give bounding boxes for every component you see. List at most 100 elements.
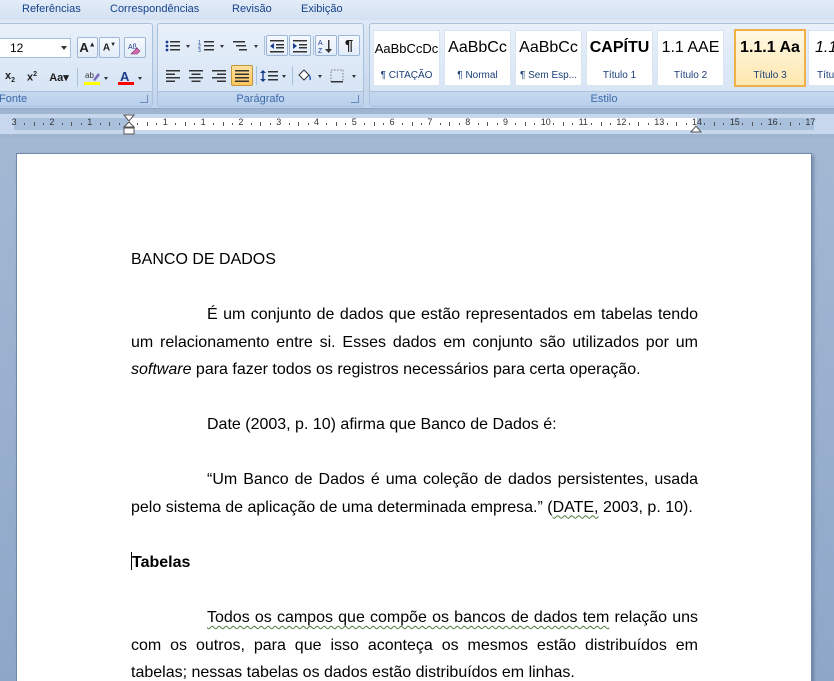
ruler-number: 15 (729, 117, 740, 127)
ruler-tick (449, 122, 451, 126)
ruler-number: 1 (200, 117, 206, 127)
paragraph-line: “Um Banco de Dados é uma coleção de dado… (207, 471, 698, 488)
svg-text:ab: ab (85, 71, 94, 80)
ruler-number: 13 (654, 117, 665, 127)
line-spacing-button[interactable] (258, 65, 290, 86)
style-sem-espacamento[interactable]: AaBbCc ¶ Sem Esp... (515, 30, 582, 86)
ruler-tick (761, 123, 763, 125)
font-dialog-launcher-icon[interactable] (140, 95, 148, 103)
ruler-tick (496, 123, 498, 125)
ruler-number: 2 (238, 117, 244, 127)
font-size-value: 12 (10, 41, 24, 55)
ruler-tick (534, 123, 536, 125)
borders-button[interactable] (328, 65, 360, 86)
paragraph-line: um relacionamento entre si. Esses dados … (131, 333, 698, 351)
style-name: ¶ Normal (457, 70, 498, 81)
paragraph-dialog-launcher-icon[interactable] (351, 95, 359, 103)
tab-exibicao[interactable]: Exibição (301, 3, 343, 15)
style-citacao[interactable]: AaBbCcDc ¶ CITAÇÃO (373, 30, 440, 86)
ribbon-tab-bar: Referências Correspondências Revisão Exi… (0, 0, 834, 20)
style-titulo-2[interactable]: 1.1 AAE Título 2 (657, 30, 724, 86)
align-center-button[interactable] (185, 65, 207, 86)
ruler-number: 6 (389, 117, 395, 127)
ruler-tick (402, 123, 404, 125)
sort-button[interactable]: A Z (315, 35, 337, 56)
align-right-button[interactable] (208, 65, 230, 86)
paragraph-date-intro: Date (2003, p. 10) afirma que Banco de D… (207, 416, 557, 433)
section-title-tabelas: Tabelas (131, 549, 698, 577)
ruler-number: 7 (427, 117, 433, 127)
decrease-indent-button[interactable] (266, 35, 288, 56)
grow-font-button[interactable]: A▲ (77, 37, 98, 58)
change-case-button[interactable]: Aa▾ (45, 67, 73, 88)
ribbon: 12 A▲ A▼ Aß x2 x2 Aa▾ ab A Fonte 1 2 3 A… (0, 20, 834, 109)
separator (264, 36, 265, 55)
style-sample: 1.1 (815, 39, 834, 56)
ruler-tick (109, 122, 111, 126)
ruler-number: 3 (276, 117, 282, 127)
heading-banco-de-dados: BANCO DE DADOS (131, 251, 276, 268)
document-area: BANCO DE DADOS É um conjunto de dados qu… (0, 138, 834, 681)
font-size-box[interactable]: 12 (0, 38, 71, 58)
indent-marker-icon[interactable] (123, 114, 135, 136)
ruler-tick (676, 122, 678, 126)
align-left-button[interactable] (162, 65, 184, 86)
subscript-button[interactable]: x2 (1, 67, 19, 88)
style-sample: AaBbCcDc (374, 41, 439, 56)
right-indent-marker-icon[interactable] (690, 120, 702, 134)
tab-revisao[interactable]: Revisão (232, 3, 272, 15)
ruler-tick (326, 123, 328, 125)
ruler-tick (42, 123, 44, 125)
ruler-tick (307, 123, 309, 125)
highlight-button[interactable]: ab (81, 67, 111, 88)
clear-formatting-icon: Aß (128, 44, 141, 54)
paragraph-line: É um conjunto de dados que estão represe… (207, 306, 698, 323)
ruler-number: 11 (578, 117, 588, 127)
line-spacing-icon (260, 69, 286, 82)
ruler-tick (260, 122, 262, 126)
bullets-button[interactable] (162, 35, 194, 56)
svg-text:Z: Z (318, 48, 323, 54)
ruler-tick (628, 123, 630, 125)
superscript-button[interactable]: x2 (23, 67, 41, 88)
font-color-button[interactable]: A (115, 67, 145, 88)
document-page[interactable]: BANCO DE DADOS É um conjunto de dados qu… (16, 153, 812, 681)
style-sample: 1.1 AAE (661, 39, 720, 56)
align-center-icon (189, 69, 203, 82)
ruler-number: 5 (351, 117, 357, 127)
align-right-icon (212, 69, 226, 82)
style-name: Título 2 (673, 70, 708, 81)
increase-indent-icon (293, 39, 307, 52)
increase-indent-button[interactable] (289, 35, 311, 56)
ruler-tick (742, 123, 744, 125)
ruler-tick (609, 123, 611, 125)
ruler-tick (364, 123, 366, 125)
clear-formatting-button[interactable]: Aß (124, 37, 146, 58)
multilevel-list-button[interactable] (230, 35, 262, 56)
ruler-tick (250, 123, 252, 125)
show-marks-button[interactable]: ¶ (338, 35, 360, 56)
numbering-button[interactable]: 1 2 3 (196, 35, 228, 56)
ruler-tick (515, 123, 517, 125)
shrink-font-button[interactable]: A▼ (99, 37, 120, 58)
style-titulo-1[interactable]: CAPÍTU Título 1 (586, 30, 653, 86)
justify-button[interactable] (231, 65, 253, 86)
superscript-icon: x2 (26, 71, 38, 84)
style-normal[interactable]: AaBbCc ¶ Normal (444, 30, 511, 86)
tab-referencias[interactable]: Referências (22, 3, 81, 15)
ruler-tick (335, 122, 337, 126)
separator (313, 36, 314, 55)
style-titulo-4[interactable]: 1.1 Títu (808, 30, 834, 86)
ruler-number: 17 (805, 117, 816, 127)
shading-button[interactable] (294, 65, 326, 86)
font-group: 12 A▲ A▼ Aß x2 x2 Aa▾ ab A Fonte (0, 23, 153, 107)
separator (292, 66, 293, 85)
ruler-tick (420, 123, 422, 125)
tab-correspondencias[interactable]: Correspondências (110, 3, 199, 15)
grow-font-icon: A▲ (79, 40, 96, 55)
style-titulo-3[interactable]: 1.1.1 Aa Título 3 (734, 29, 806, 87)
horizontal-ruler[interactable]: 3 2 1 1 1 2 3 4 5 6 7 8 9 10 11 12 13 14 15 16 17 (0, 114, 834, 136)
ruler-tick (704, 123, 706, 125)
style-group-label: Estilo (370, 91, 834, 106)
ruler-tick (439, 123, 441, 125)
